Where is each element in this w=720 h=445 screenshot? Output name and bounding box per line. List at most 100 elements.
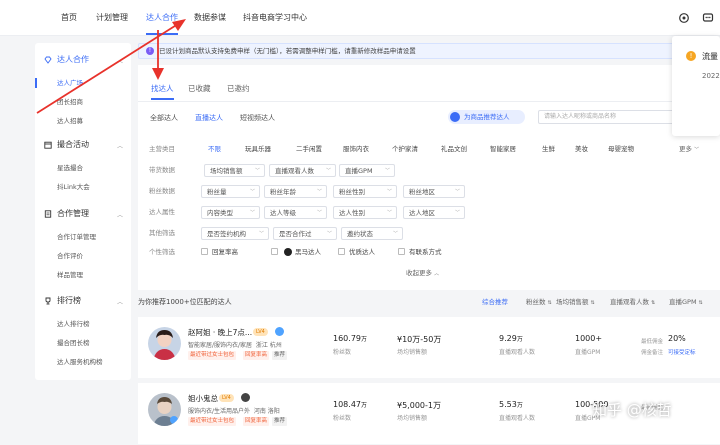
checkbox-high-reply[interactable]: [201, 248, 208, 255]
creator-name[interactable]: 姐小鬼总: [188, 393, 218, 404]
filter-panel: 找达人 已收藏 已邀约 全部达人 直播达人 短视频达人 为商品推荐达人 请输入达…: [138, 65, 720, 290]
tab-find-creators[interactable]: 找达人: [151, 80, 174, 100]
subtab-video[interactable]: 短视频达人: [240, 113, 275, 123]
category-option[interactable]: 服饰内衣: [343, 141, 369, 157]
select-live-gpm[interactable]: 直播GPM ﹀: [339, 164, 395, 177]
nav-data-advisor[interactable]: 数据参谋: [194, 0, 226, 36]
creator-meta: 智能家居/服饰内衣/家居 浙江 杭州: [188, 340, 282, 349]
category-option[interactable]: 美妆: [575, 141, 588, 157]
sidebar-group-label: 达人合作: [57, 55, 89, 64]
creator-region: 浙江 杭州: [255, 342, 282, 349]
select-avg-sales[interactable]: 场均销售额 ﹀: [204, 164, 265, 177]
document-icon: [44, 210, 52, 218]
nav-learning-center[interactable]: 抖音电商学习中心: [243, 0, 307, 36]
sort-avg-sales[interactable]: 场均销售额 ⇅: [556, 293, 595, 312]
sidebar-item-agency-ranking[interactable]: 达人服务机构榜: [57, 357, 103, 367]
category-option[interactable]: 礼品文创: [441, 141, 467, 157]
select-live-viewers[interactable]: 直播观看人数 ﹀: [269, 164, 336, 177]
sort-recommended[interactable]: 综合推荐: [482, 293, 508, 311]
sidebar-group-label: 合作管理: [57, 209, 89, 218]
category-option[interactable]: 不限: [208, 141, 221, 157]
sidebar-item-star-matching[interactable]: 星选撮合: [57, 163, 83, 173]
quote-link[interactable]: 可接受定标: [668, 348, 696, 356]
sidebar-item-creator-ranking[interactable]: 达人排行榜: [57, 319, 90, 329]
select-creator-region[interactable]: 达人地区 ﹀: [403, 206, 465, 219]
collapse-button[interactable]: 收起更多 ︿: [406, 267, 439, 277]
creator-card[interactable]: 赵阿姐 · 晚上7点... LV4 智能家居/服饰内衣/家居 浙江 杭州 最近带…: [138, 317, 720, 378]
chevron-down-icon: ﹀: [258, 231, 264, 237]
filter-row-personal: 个性筛选 回复率高 黑马达人 优质达人 有联系方式: [138, 244, 720, 260]
select-creator-gender[interactable]: 达人性别 ﹀: [333, 206, 397, 219]
select-fans-age[interactable]: 粉丝年龄 ﹀: [264, 185, 327, 198]
select-label: 直播GPM: [345, 167, 373, 175]
category-option[interactable]: 个护家清: [392, 141, 418, 157]
nav-creator-cooperation[interactable]: 达人合作: [146, 0, 178, 36]
checkbox-dark-horse[interactable]: [271, 248, 278, 255]
select-invite-status[interactable]: 邀约状态 ﹀: [341, 227, 403, 240]
select-label: 粉丝量: [207, 188, 227, 196]
checkbox-contact[interactable]: [398, 248, 405, 255]
sidebar-item-evaluation[interactable]: 合作评价: [57, 251, 83, 261]
chevron-up-icon[interactable]: ︿: [117, 56, 123, 65]
select-label: 是否签约机构: [207, 230, 246, 238]
sidebar-item-creator-recruit[interactable]: 达人招募: [57, 116, 83, 126]
tag: 最近带过女士包包: [188, 417, 237, 426]
sort-label: 直播观看人数: [610, 298, 649, 306]
select-fans-count[interactable]: 粉丝量 ﹀: [201, 185, 260, 198]
sidebar-item-sample-management[interactable]: 样品管理: [57, 270, 83, 280]
sidebar-item-creator-square[interactable]: 达人广场: [57, 78, 83, 88]
filter-row-category: 主营类目 不限 玩具乐器 二手闲置 服饰内衣 个护家清 礼品文创 智能家居 生鲜…: [138, 141, 720, 157]
more-button[interactable]: 更多 ﹀: [679, 141, 699, 158]
filter-label: 粉丝数据: [149, 187, 175, 195]
metric-label: 直播GPM: [575, 349, 601, 356]
select-fans-region[interactable]: 粉丝地区 ﹀: [403, 185, 465, 198]
notification-popup[interactable]: ! 流量 2022年: [672, 36, 720, 136]
info-icon: !: [146, 47, 154, 55]
category-option[interactable]: 母婴宠物: [608, 141, 634, 157]
chevron-up-icon[interactable]: ︿: [117, 210, 123, 219]
chevron-up-icon[interactable]: ︿: [117, 297, 123, 306]
chevron-down-icon: ﹀: [694, 147, 700, 153]
sidebar-item-order-management[interactable]: 合作订单管理: [57, 232, 96, 242]
chevron-up-icon[interactable]: ︿: [117, 141, 123, 150]
select-content-type[interactable]: 内容类型 ﹀: [201, 206, 260, 219]
checkbox-label: 黑马达人: [295, 248, 321, 256]
select-label: 达人性别: [339, 209, 365, 217]
sort-live-viewers[interactable]: 直播观看人数 ⇅: [610, 293, 655, 312]
subtab-all[interactable]: 全部达人: [150, 113, 178, 123]
settings-icon[interactable]: [678, 12, 690, 24]
nav-plan-management[interactable]: 计划管理: [96, 0, 128, 36]
filter-label: 个性筛选: [149, 248, 175, 256]
sort-live-gpm[interactable]: 直播GPM ⇅: [669, 293, 703, 312]
level-badge: LV4: [253, 328, 268, 336]
subtab-live[interactable]: 直播达人: [195, 113, 223, 123]
tag: 最近带过女士包包: [188, 351, 237, 360]
tab-invited[interactable]: 已邀约: [227, 80, 250, 98]
nav-home[interactable]: 首页: [61, 0, 77, 36]
tag: 回复率高: [243, 417, 270, 426]
category-option[interactable]: 玩具乐器: [245, 141, 271, 157]
select-cooperated[interactable]: 是否合作过 ﹀: [273, 227, 337, 240]
select-fans-gender[interactable]: 粉丝性别 ﹀: [333, 185, 397, 198]
select-label: 达人地区: [409, 209, 435, 217]
tab-favorites[interactable]: 已收藏: [188, 80, 211, 98]
sort-fans[interactable]: 粉丝数 ⇅: [526, 293, 552, 312]
list-title: 为你推荐1000+位匹配的达人: [138, 298, 232, 306]
chevron-down-icon: ﹀: [386, 210, 392, 216]
metric-label: 场均销售额: [397, 349, 428, 356]
sidebar-item-link-conference[interactable]: 抖Link大会: [57, 182, 90, 192]
message-icon[interactable]: [702, 12, 714, 24]
creator-category: 服饰内衣/生活用品户外: [188, 408, 251, 415]
sidebar-item-leader-recruit[interactable]: 团长招商: [57, 97, 83, 107]
category-option[interactable]: 生鲜: [542, 141, 555, 157]
creator-name[interactable]: 赵阿姐 · 晚上7点...: [188, 327, 252, 338]
chevron-down-icon: ﹀: [392, 231, 398, 237]
diamond-icon: [44, 56, 52, 64]
category-option[interactable]: 智能家居: [490, 141, 516, 157]
recommend-button[interactable]: 为商品推荐达人: [448, 110, 525, 124]
checkbox-quality[interactable]: [338, 248, 345, 255]
select-creator-level[interactable]: 达人等级 ﹀: [264, 206, 327, 219]
sidebar-item-leader-ranking[interactable]: 撮合团长榜: [57, 338, 90, 348]
category-option[interactable]: 二手闲置: [296, 141, 322, 157]
select-signed-agency[interactable]: 是否签约机构 ﹀: [201, 227, 269, 240]
